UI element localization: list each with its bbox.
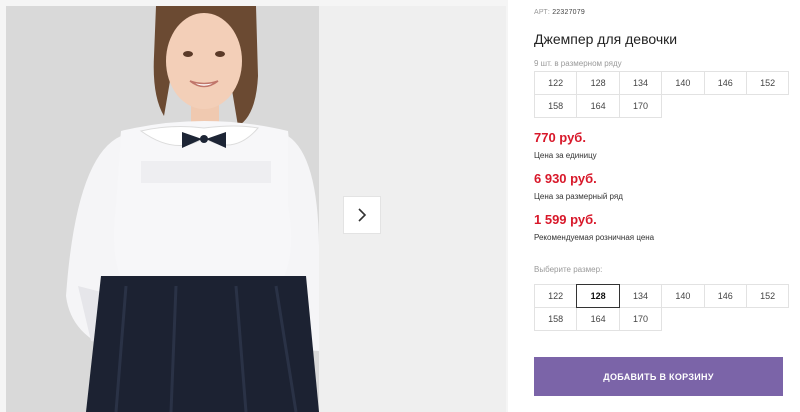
series-size-cell: 140	[661, 71, 705, 95]
size-option[interactable]: 170	[618, 307, 663, 331]
series-size-cell: 146	[703, 71, 747, 95]
price-unit-label: Цена за единицу	[534, 151, 597, 160]
gallery-next-button[interactable]	[343, 196, 381, 234]
series-size-cell: 122	[534, 71, 578, 95]
chevron-right-icon	[358, 208, 367, 222]
size-option[interactable]: 146	[703, 284, 747, 308]
series-size-cell: 158	[534, 94, 578, 118]
price-series-label: Цена за размерный ряд	[534, 192, 623, 201]
size-option[interactable]: 164	[576, 307, 620, 331]
size-select-label: Выберите размер:	[534, 265, 603, 274]
size-option[interactable]: 122	[534, 284, 578, 308]
price-series: 6 930 руб.	[534, 171, 597, 186]
series-size-cell: 128	[576, 71, 620, 95]
article-value: 22327079	[552, 9, 585, 16]
add-to-cart-button[interactable]: ДОБАВИТЬ В КОРЗИНУ	[534, 357, 783, 396]
size-option[interactable]: 140	[661, 284, 705, 308]
series-size-cell: 170	[618, 94, 663, 118]
article-label: АРТ:	[534, 9, 551, 16]
product-photo[interactable]	[6, 6, 319, 412]
size-option[interactable]: 134	[618, 284, 663, 308]
size-select-grid: 122 128 134 140 146 152 158 164 170	[534, 284, 790, 331]
article-number: АРТ: 22327079	[534, 9, 585, 16]
series-size-cell: 152	[745, 71, 790, 95]
price-retail-label: Рекомендуемая розничная цена	[534, 233, 655, 242]
size-option-selected[interactable]: 128	[576, 284, 620, 308]
series-size-grid: 122 128 134 140 146 152 158 164 170	[534, 71, 790, 118]
product-gallery	[0, 0, 508, 412]
size-option[interactable]: 152	[745, 284, 790, 308]
series-size-cell: 134	[618, 71, 663, 95]
price-retail: 1 599 руб.	[534, 212, 597, 227]
series-note: 9 шт. в размерном ряду	[534, 59, 622, 68]
price-unit: 770 руб.	[534, 130, 586, 145]
product-title: Джемпер для девочки	[534, 31, 678, 47]
size-option[interactable]: 158	[534, 307, 578, 331]
product-photo-illustration	[6, 6, 319, 412]
series-size-cell: 164	[576, 94, 620, 118]
